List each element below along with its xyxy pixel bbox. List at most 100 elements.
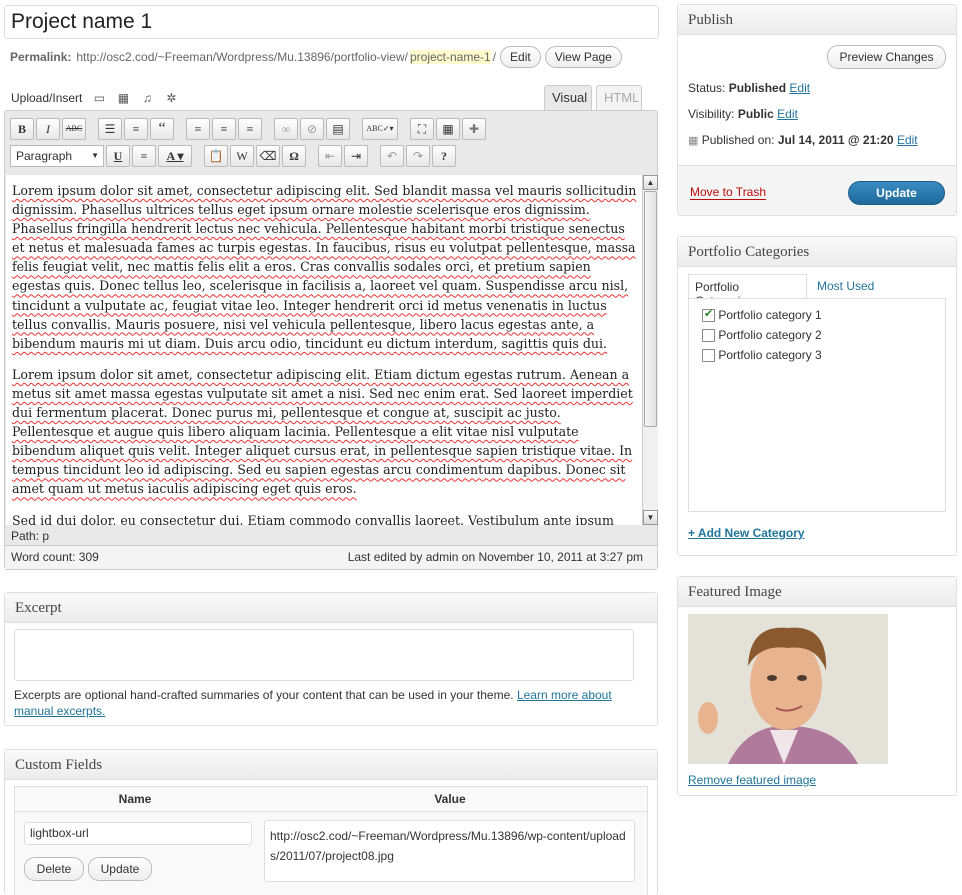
editor-content[interactable]: Lorem ipsum dolor sit amet, consectetur … [6,175,643,525]
help-icon[interactable]: ? [432,145,456,167]
fullscreen-icon[interactable]: ⛶ [410,118,434,140]
tab-visual[interactable]: Visual [544,85,592,110]
bullet-list-icon[interactable]: ☰ [98,118,122,140]
custom-field-value-textarea[interactable]: http://osc2.cod/~Freeman/Wordpress/Mu.13… [264,820,635,882]
category-item-3[interactable]: Portfolio category 3 [702,348,822,363]
delete-field-button[interactable]: Delete [24,857,84,881]
paragraph-1: Lorem ipsum dolor sit amet, consectetur … [12,183,637,351]
featured-image[interactable] [688,614,888,764]
numbered-list-icon[interactable]: ≡ [124,118,148,140]
scroll-down-icon[interactable]: ▼ [643,510,658,525]
update-button[interactable]: Update [848,181,945,205]
italic-button[interactable]: I [36,118,60,140]
align-left-icon[interactable]: ≡ [186,118,210,140]
video-icon[interactable]: ▦ [116,91,130,105]
blockquote-icon[interactable]: “ [150,118,174,140]
editor-path: Path: p [11,529,50,543]
permalink-row: Permalink: http://osc2.cod/~Freeman/Word… [10,46,622,68]
add-new-category-link[interactable]: + Add New Category [688,526,805,540]
permalink-slug[interactable]: project-name-1 [409,50,491,64]
published-date: Jul 14, 2011 @ 21:20 [777,133,894,147]
permalink-edit-button[interactable]: Edit [500,46,541,68]
permalink-url: http://osc2.cod/~Freeman/Wordpress/Mu.13… [76,50,408,64]
special-char-icon[interactable]: Ω [282,145,306,167]
category-item-1[interactable]: Portfolio category 1 [702,307,822,323]
published-on-row: ▦ Published on: Jul 14, 2011 @ 21:20 Edi… [688,133,918,147]
custom-field-name-input[interactable]: lightbox-url [24,822,252,845]
paragraph-2: Lorem ipsum dolor sit amet, consectetur … [12,366,633,497]
calendar-icon: ▦ [688,135,699,147]
image-icon[interactable]: ▭ [92,91,106,105]
permalink-trail: / [492,50,497,64]
excerpt-textarea[interactable] [14,629,634,681]
featured-image-box: Featured Image Remove featured image [677,576,957,796]
category-item-2[interactable]: Portfolio category 2 [702,328,822,343]
align-center-icon[interactable]: ≡ [212,118,236,140]
excerpt-title[interactable]: Excerpt [5,593,657,623]
more-tag-icon[interactable]: ▤ [326,118,350,140]
outdent-icon[interactable]: ⇤ [318,145,342,167]
published-edit-link[interactable]: Edit [897,133,918,147]
move-to-trash-link[interactable]: Move to Trash [690,185,767,200]
word-count: Word count: 309 [11,550,99,564]
custom-fields-box: Custom Fields Name Value lightbox-url ht… [4,749,658,895]
visibility-edit-link[interactable]: Edit [777,107,798,121]
update-field-button[interactable]: Update [88,857,152,881]
unlink-icon[interactable]: ⊘ [300,118,324,140]
tab-html[interactable]: HTML [596,85,642,110]
audio-icon[interactable]: ♫ [140,91,154,105]
publish-box: Publish Preview Changes Status: Publishe… [677,4,957,216]
featured-image-title[interactable]: Featured Image [678,577,956,607]
excerpt-help-text: Excerpts are optional hand-crafted summa… [14,688,514,702]
tab-all-categories[interactable]: Portfolio Categories [688,274,807,308]
format-select[interactable]: Paragraph [10,145,104,167]
editor: B I ABC ☰ ≡ “ ≡ ≡ ≡ ∞ ⊘ ▤ ABC✓▾ ⛶ ▦ ✚ Pa… [4,110,658,570]
toolbar-row-1: B I ABC ☰ ≡ “ ≡ ≡ ≡ ∞ ⊘ ▤ ABC✓▾ ⛶ ▦ ✚ [10,118,486,140]
underline-button[interactable]: U [106,145,130,167]
justify-icon[interactable]: ≡ [132,145,156,167]
permalink-label: Permalink: [10,50,72,64]
categories-list: Portfolio category 1 Portfolio category … [688,298,946,512]
post-title-input[interactable]: Project name 1 [4,5,659,39]
spellcheck-icon[interactable]: ABC✓▾ [362,118,398,140]
preview-changes-button[interactable]: Preview Changes [827,45,946,69]
scroll-thumb[interactable] [644,191,657,427]
media-buttons: Upload/Insert ▭ ▦ ♫ ✲ [11,88,178,108]
upload-insert-label: Upload/Insert [11,91,83,105]
category-2-checkbox[interactable] [702,329,715,343]
col-name-header: Name [118,792,152,806]
custom-fields-title[interactable]: Custom Fields [5,750,657,780]
paste-text-icon[interactable]: 📋 [204,145,228,167]
paragraph-3: Sed id dui dolor, eu consectetur dui. Et… [12,512,614,526]
indent-icon[interactable]: ⇥ [344,145,368,167]
text-color-icon[interactable]: A ▾ [158,145,192,167]
categories-box: Portfolio Categories Portfolio Categorie… [677,236,957,556]
category-3-checkbox[interactable] [702,349,715,363]
redo-icon[interactable]: ↷ [406,145,430,167]
clear-formatting-icon[interactable]: ⌫ [256,145,280,167]
scroll-up-icon[interactable]: ▲ [643,175,658,190]
publish-title[interactable]: Publish [678,5,956,35]
strikethrough-button[interactable]: ABC [62,118,86,140]
undo-icon[interactable]: ↶ [380,145,404,167]
status-value: Published [728,81,787,95]
status-row: Status: Published Edit [688,81,811,95]
remove-featured-image-link[interactable]: Remove featured image [688,773,816,787]
categories-title[interactable]: Portfolio Categories [678,237,956,267]
toolbar-row-2: Paragraph U ≡ A ▾ 📋 W ⌫ Ω ⇤ ⇥ ↶ ↷ ? [10,145,456,167]
excerpt-box: Excerpt Excerpts are optional hand-craft… [4,592,658,726]
align-right-icon[interactable]: ≡ [238,118,262,140]
bold-button[interactable]: B [10,118,34,140]
editor-scrollbar[interactable]: ▲ ▼ [642,175,658,525]
kitchen-sink-icon[interactable]: ▦ [436,118,460,140]
category-1-checkbox[interactable] [702,307,715,323]
paste-word-icon[interactable]: W [230,145,254,167]
plugin-icon[interactable]: ✚ [462,118,486,140]
tab-most-used[interactable]: Most Used [817,279,874,293]
status-edit-link[interactable]: Edit [789,81,810,95]
link-icon[interactable]: ∞ [274,118,298,140]
media-icon[interactable]: ✲ [164,91,178,105]
excerpt-help: Excerpts are optional hand-crafted summa… [14,687,644,719]
last-edited: Last edited by admin on November 10, 201… [347,550,643,564]
view-page-button[interactable]: View Page [544,46,622,68]
